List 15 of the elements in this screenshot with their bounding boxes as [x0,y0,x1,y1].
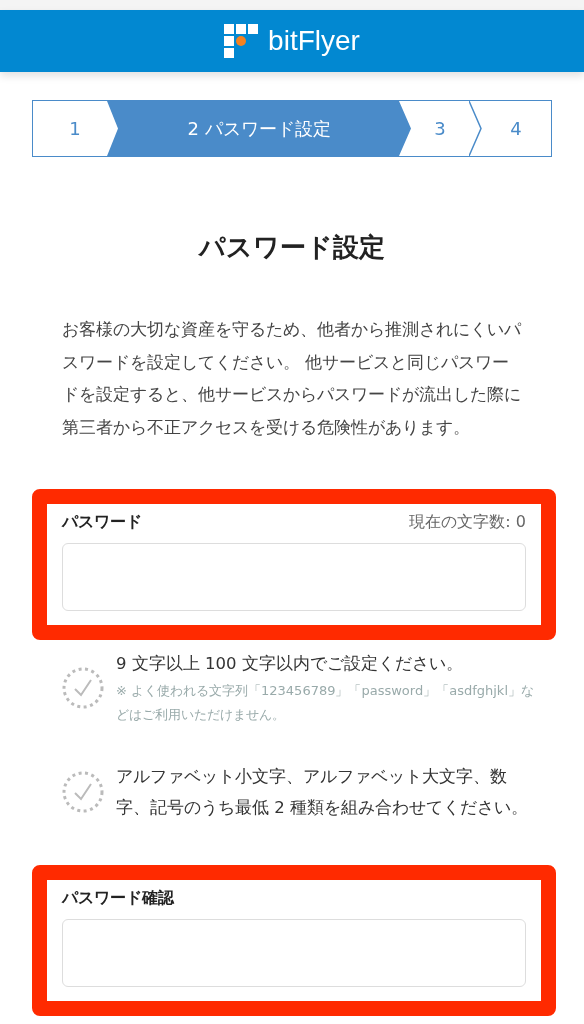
logo-icon [224,24,259,58]
page-title: パスワード設定 [197,231,386,264]
field-label: パスワード [62,512,142,533]
requirement-text: アルファベット小文字、アルファベット大文字、数字、記号のうち最低 2 種類を組み合わせてください。 [116,766,529,819]
character-counter: 現在の文字数: 0 [409,512,526,533]
password-confirm-field[interactable] [62,919,526,987]
step-indicator: 2 パスワード設定 [107,101,411,156]
field-label: パスワード確認 [62,888,174,909]
step-indicator: 1 [68,117,82,141]
requirement-note: ※ よく使われる文字列「123456789」「password」「asdfghjkl」などはご利用いただけません。 [116,682,534,724]
requirement-text: 9 文字以上 100 文字以内でご設定ください。 [116,653,464,675]
brand-name: bitFlyer [268,25,360,57]
description-text: お客様の大切な資産を守るため、他者から推測されにくいパスワードを設定してください。 他サービスと同じパスワードを設定すると、他サービスからパスワードが流出した際に第三者から不正アクセスを受ける危険性があります。 [62,319,522,439]
password-field[interactable] [62,543,526,611]
step-indicator: 4 [509,117,523,141]
